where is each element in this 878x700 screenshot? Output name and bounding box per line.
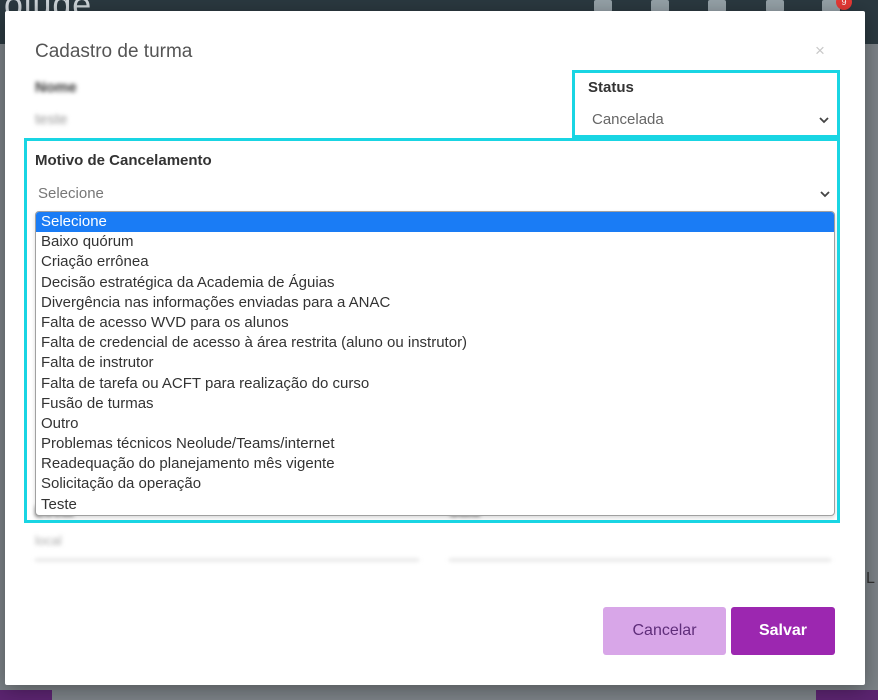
- local-underline: [35, 559, 419, 561]
- class-registration-modal: Cadastro de turma × Nome teste Status Ca…: [5, 11, 865, 685]
- status-highlight-box: [572, 70, 840, 138]
- cancel-button[interactable]: Cancelar: [603, 607, 726, 655]
- nome-label: Nome: [35, 79, 77, 96]
- local-select[interactable]: local: [35, 533, 62, 548]
- app-bottom-button-right: [816, 690, 878, 700]
- notification-badge: 9: [836, 0, 852, 10]
- sala-underline: [449, 559, 831, 561]
- motivo-highlight-box: [24, 138, 840, 523]
- app-side-text: L: [866, 570, 875, 587]
- app-bottom-button-left: [0, 690, 52, 700]
- nome-input[interactable]: teste: [35, 111, 68, 128]
- modal-title: Cadastro de turma: [35, 41, 193, 62]
- close-icon[interactable]: ×: [815, 41, 825, 61]
- save-button[interactable]: Salvar: [731, 607, 835, 655]
